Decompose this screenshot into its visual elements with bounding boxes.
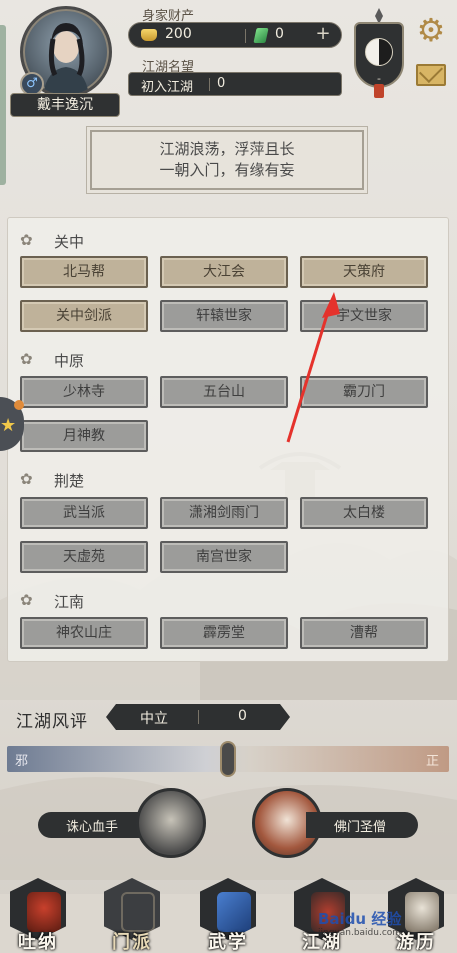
horse-icon bbox=[405, 892, 439, 932]
meditation-icon bbox=[27, 892, 61, 932]
sect-button[interactable]: 大江会 bbox=[160, 256, 288, 288]
baidu-watermark: Baidu 经验 bbox=[318, 910, 402, 928]
jade-amount: 0 bbox=[275, 26, 284, 42]
divider bbox=[245, 29, 246, 43]
alignment-meter: 邪 正 bbox=[7, 743, 449, 775]
mail-icon[interactable] bbox=[416, 64, 446, 86]
sect-button[interactable]: 月神教 bbox=[20, 420, 148, 452]
bottom-nav: 吐纳 门派 武学 江湖 游历 Baidu 经验 jingyan.baidu.co… bbox=[0, 872, 457, 953]
sect-button[interactable]: 天策府 bbox=[300, 256, 428, 288]
taiji-button[interactable]: - bbox=[352, 8, 406, 98]
baidu-watermark-url: jingyan.baidu.com bbox=[318, 928, 402, 938]
duel-right-plate[interactable]: 佛门圣僧 bbox=[306, 812, 418, 838]
reputation-bar: 初入江湖 0 bbox=[128, 72, 342, 96]
sect-button[interactable]: 神农山庄 bbox=[20, 617, 148, 649]
motto-line-1: 江湖浪荡，浮萍且长 bbox=[159, 140, 295, 158]
flower-icon: ✿ bbox=[20, 231, 33, 249]
duel-left-name: 诛心血手 bbox=[66, 820, 119, 835]
gold-ingot-icon bbox=[141, 29, 157, 41]
nav-label: 门派 bbox=[112, 932, 152, 953]
sect-button[interactable]: 武当派 bbox=[20, 497, 148, 529]
sect-button[interactable]: 少林寺 bbox=[20, 376, 148, 408]
fengping-status: 中立 bbox=[140, 711, 168, 727]
reputation-title: 初入江湖 bbox=[141, 80, 194, 95]
hatted-swordsman-avatar[interactable] bbox=[136, 788, 206, 858]
flower-icon: ✿ bbox=[20, 470, 33, 488]
sect-button[interactable]: 五台山 bbox=[160, 376, 288, 408]
reputation-value: 0 bbox=[217, 76, 226, 91]
fengping-bar: 中立 0 bbox=[106, 704, 290, 730]
divider bbox=[198, 710, 199, 724]
gold-amount: 200 bbox=[165, 26, 192, 42]
nav-label: 吐纳 bbox=[18, 932, 58, 953]
nav-item-wuxue[interactable]: 武学 bbox=[194, 872, 262, 953]
fengping-value: 0 bbox=[238, 708, 247, 724]
taiji-shield: - bbox=[354, 22, 404, 88]
region-name: 江南 bbox=[54, 593, 85, 611]
motto-plaque: 江湖浪荡，浮萍且长 一朝入门，有缘有妄 bbox=[90, 130, 364, 190]
sect-button[interactable]: 天虚苑 bbox=[20, 541, 148, 573]
sect-button[interactable]: 太白楼 bbox=[300, 497, 428, 529]
sect-seal-icon bbox=[121, 892, 155, 932]
star-icon: ★ bbox=[0, 415, 17, 436]
nav-label: 武学 bbox=[208, 932, 248, 953]
region-name: 荆楚 bbox=[54, 472, 85, 490]
sect-button[interactable]: 宇文世家 bbox=[300, 300, 428, 332]
sect-button[interactable]: 漕帮 bbox=[300, 617, 428, 649]
jade-icon bbox=[253, 28, 269, 43]
evil-label: 邪 bbox=[15, 754, 29, 769]
duel-left-plate[interactable]: 诛心血手 bbox=[38, 812, 150, 838]
fengping-title: 江湖风评 bbox=[16, 712, 88, 732]
sect-button[interactable]: 潇湘剑雨门 bbox=[160, 497, 288, 529]
alignment-marker-icon bbox=[222, 743, 234, 775]
sect-button[interactable]: 关中剑派 bbox=[20, 300, 148, 332]
region-name: 关中 bbox=[54, 233, 85, 251]
motto-line-2: 一朝入门，有缘有妄 bbox=[159, 161, 295, 179]
region-name: 中原 bbox=[54, 352, 85, 370]
gear-icon[interactable]: ⚙ bbox=[414, 14, 448, 48]
add-currency-button[interactable]: + bbox=[313, 25, 333, 45]
notification-dot bbox=[14, 400, 24, 410]
nav-item-tuna[interactable]: 吐纳 bbox=[4, 872, 72, 953]
flower-icon: ✿ bbox=[20, 591, 33, 609]
duel-right-name: 佛门圣僧 bbox=[334, 820, 387, 835]
nav-item-menpai[interactable]: 门派 bbox=[98, 872, 166, 953]
martial-book-icon bbox=[217, 892, 251, 932]
sect-button[interactable]: 北马帮 bbox=[20, 256, 148, 288]
sect-button[interactable]: 霹雳堂 bbox=[160, 617, 288, 649]
yin-yang-icon bbox=[365, 38, 393, 66]
sect-button[interactable]: 霸刀门 bbox=[300, 376, 428, 408]
flower-icon: ✿ bbox=[20, 350, 33, 368]
tassel-icon bbox=[374, 84, 384, 98]
sect-button[interactable]: 南宫世家 bbox=[160, 541, 288, 573]
player-name: 戴丰逸沉 bbox=[10, 93, 120, 117]
sect-button[interactable]: 轩辕世家 bbox=[160, 300, 288, 332]
wealth-bar: 200 0 + bbox=[128, 22, 342, 48]
righteous-label: 正 bbox=[425, 754, 439, 769]
divider bbox=[209, 78, 210, 91]
left-edge-strip bbox=[0, 25, 6, 185]
